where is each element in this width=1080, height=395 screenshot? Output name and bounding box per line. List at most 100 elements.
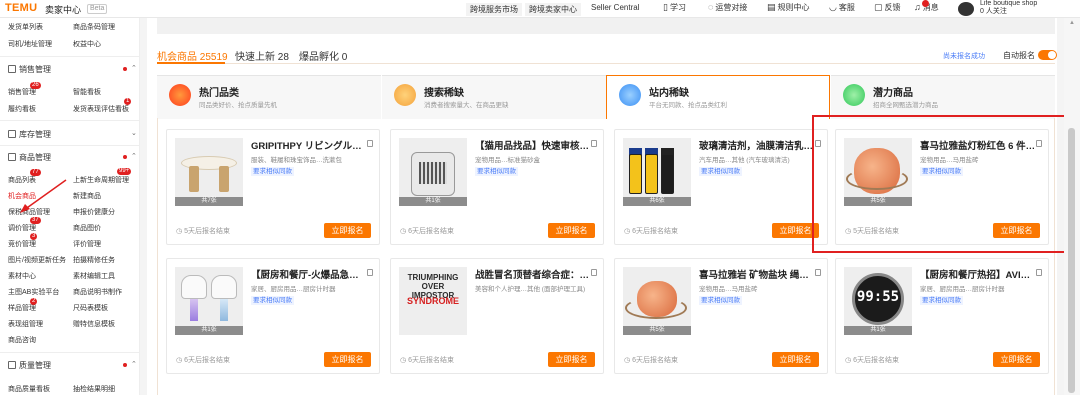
product-card[interactable]: 99:55 共1张 【厨房和餐厅热招】AVI… 家居、厨房用品…厨房计时器 要求… bbox=[835, 258, 1049, 374]
sidebar-item-asset-center[interactable]: 素材中心 bbox=[8, 271, 36, 281]
copy-icon[interactable] bbox=[591, 140, 597, 147]
sidebar-item-manual[interactable]: 商品说明书制作 bbox=[73, 287, 122, 297]
product-card[interactable]: 共6张 玻璃清洁剂，油膜清洁乳… 汽车用品…其他 (汽车玻璃清洁) 要求相似同款… bbox=[614, 129, 828, 245]
sidebar-item-smart-board[interactable]: 智能看板 bbox=[73, 87, 101, 97]
tab-opportunity[interactable]: 机会商品 25519 bbox=[157, 48, 228, 63]
category-hot[interactable]: 热门品类 同品类好价、抢点质量先机 bbox=[157, 75, 381, 119]
product-title[interactable]: 【猫用品找品】快速审核… bbox=[475, 138, 589, 152]
sidebar-item-shipping-list[interactable]: 发货单列表 bbox=[8, 22, 43, 32]
product-title[interactable]: 战胜冒名顶替者综合症：… bbox=[475, 267, 589, 281]
sidebar-item-barcode[interactable]: 商品条码管理 bbox=[73, 22, 115, 32]
sidebar-item-ship-eval[interactable]: 发货表现评估看板 bbox=[73, 104, 129, 114]
sidebar-item-asset-editor[interactable]: 素材编辑工具 bbox=[73, 271, 115, 281]
product-title[interactable]: 喜马拉雅岩 矿物盐块 绳… bbox=[699, 267, 813, 281]
sidebar-item-quality-board[interactable]: 商品质量看板 bbox=[8, 384, 50, 394]
product-image[interactable]: 共6张 bbox=[623, 138, 691, 206]
nav-cross-border-seller[interactable]: 跨境卖家中心 bbox=[525, 3, 581, 16]
register-button[interactable]: 立即报名 bbox=[324, 223, 371, 238]
product-title[interactable]: GRIPITHPY リビングル… bbox=[251, 138, 365, 152]
nav-learn[interactable]: ▯ 学习 bbox=[663, 2, 686, 13]
tab-hot-incubation[interactable]: 爆品孵化 0 bbox=[299, 48, 347, 63]
product-card[interactable]: 共1张 【猫用品找品】快速审核… 宠物用品…标准猫砂盒 要求相似同款 ◷ 6天后… bbox=[390, 129, 604, 245]
product-title[interactable]: 玻璃清洁剂，油膜清洁乳… bbox=[699, 138, 813, 152]
sidebar-item-special-template[interactable]: 赠特信息模板 bbox=[73, 319, 115, 329]
sidebar-item-goods-price[interactable]: 商品图价 bbox=[73, 223, 101, 233]
sidebar-item-price-health[interactable]: 申报价健康分 bbox=[73, 207, 115, 217]
nav-messages[interactable]: ♫ 消息 bbox=[914, 0, 939, 13]
product-card[interactable]: 共7张 GRIPITHPY リビングル… 服装、鞋履和珠宝饰品…洗漱包 要求相似… bbox=[166, 129, 380, 245]
brand-title: 卖家中心 bbox=[45, 5, 82, 15]
sidebar-item-sampling-results[interactable]: 抽检结果明细 bbox=[73, 384, 115, 394]
category-site-scarce[interactable]: 站内稀缺 平台无同款、抢点品类红利 bbox=[606, 75, 830, 119]
sidebar-item-perf-group[interactable]: 表现组管理 bbox=[8, 319, 43, 329]
copy-icon[interactable] bbox=[1036, 269, 1042, 276]
product-title[interactable]: 【厨房和餐厅热招】AVI… bbox=[920, 267, 1034, 281]
divider bbox=[0, 352, 140, 353]
chevron-up-icon[interactable]: ⌃ bbox=[131, 360, 137, 368]
book-icon: ▯ bbox=[663, 2, 668, 12]
sidebar-item-driver[interactable]: 司机/地址管理 bbox=[8, 39, 52, 49]
auto-register-toggle[interactable] bbox=[1038, 50, 1057, 60]
product-card[interactable]: 共5张 喜马拉雅岩 矿物盐块 绳… 宠物用品…马用盐砖 要求相似同款 ◷ 6天后… bbox=[614, 258, 828, 374]
scroll-thumb[interactable] bbox=[1068, 128, 1075, 393]
scrollbar[interactable]: ▲ bbox=[1064, 18, 1080, 395]
sidebar-section-sales[interactable]: 销售管理 bbox=[8, 64, 51, 75]
product-image[interactable]: 共1张 bbox=[175, 267, 243, 335]
product-image[interactable]: 共7张 bbox=[175, 138, 243, 206]
register-button[interactable]: 立即报名 bbox=[548, 352, 595, 367]
nav-rules[interactable]: ▤ 规则中心 bbox=[767, 2, 810, 13]
count-badge: 1 bbox=[124, 98, 132, 105]
sidebar-item-lifecycle[interactable]: 上新生命周期管理 bbox=[73, 175, 129, 185]
sidebar-item-consult[interactable]: 商品咨询 bbox=[8, 335, 36, 345]
sidebar-item-price-adjust[interactable]: 调价管理 bbox=[8, 223, 36, 233]
sidebar-section-goods[interactable]: 商品管理 bbox=[8, 152, 51, 163]
tab-quick-launch[interactable]: 快速上新 28 bbox=[235, 48, 289, 63]
nav-feedback[interactable]: ▢ 反馈 bbox=[874, 2, 901, 13]
register-button[interactable]: 立即报名 bbox=[993, 352, 1040, 367]
product-title[interactable]: 【厨房和餐厅-火爆品急… bbox=[251, 267, 365, 281]
avatar[interactable] bbox=[958, 2, 974, 16]
nav-support[interactable]: ◡ 客服 bbox=[829, 2, 855, 13]
product-image[interactable]: 共1张 bbox=[399, 138, 467, 206]
sidebar-item-fulfill-board[interactable]: 履约看板 bbox=[8, 104, 36, 114]
sidebar-section-inventory[interactable]: 库存管理 bbox=[8, 129, 51, 140]
product-category: 宠物用品…标准猫砂盒 bbox=[475, 157, 540, 164]
sidebar-item-ab-test[interactable]: 主图AB实验平台 bbox=[8, 287, 59, 297]
not-registered-link[interactable]: 尚未报名成功 bbox=[943, 51, 985, 61]
deadline: ◷ 6天后报名结束 bbox=[176, 357, 230, 364]
product-card[interactable]: TRIUMPHING OVER IMPOSTOR SYNDROME 战胜冒名顶替… bbox=[390, 258, 604, 374]
copy-icon[interactable] bbox=[815, 269, 821, 276]
product-category: 服装、鞋履和珠宝饰品…洗漱包 bbox=[251, 157, 342, 164]
register-button[interactable]: 立即报名 bbox=[324, 352, 371, 367]
sidebar-item-bidding[interactable]: 竞价管理 bbox=[8, 239, 36, 249]
product-image[interactable]: 99:55 共1张 bbox=[844, 267, 912, 335]
category-potential[interactable]: 潜力商品 招商全网甄选潜力商品 bbox=[831, 75, 1055, 119]
register-button[interactable]: 立即报名 bbox=[772, 352, 819, 367]
category-title: 热门品类 bbox=[199, 88, 239, 99]
nav-ops[interactable]: ◌ 运营对接 bbox=[708, 2, 747, 13]
product-image[interactable]: 共5张 bbox=[623, 267, 691, 335]
product-image[interactable]: TRIUMPHING OVER IMPOSTOR SYNDROME bbox=[399, 267, 467, 335]
sidebar-item-photo-task[interactable]: 拍摄精修任务 bbox=[73, 255, 115, 265]
sidebar-item-media-update[interactable]: 图片/视频更新任务 bbox=[8, 255, 66, 265]
temu-logo[interactable]: TEMU bbox=[5, 2, 37, 14]
product-card[interactable]: 共1张 【厨房和餐厅-火爆品急… 家居、厨房用品…厨房计时器 要求相似同款 ◷ … bbox=[166, 258, 380, 374]
copy-icon[interactable] bbox=[591, 269, 597, 276]
sidebar-item-size-template[interactable]: 尺码表模板 bbox=[73, 303, 108, 313]
image-count: 共5张 bbox=[623, 326, 691, 335]
sidebar-item-new-goods[interactable]: 新建商品 bbox=[73, 191, 101, 201]
chevron-down-icon[interactable]: ⌄ bbox=[131, 129, 137, 137]
register-button[interactable]: 立即报名 bbox=[548, 223, 595, 238]
sidebar-section-quality[interactable]: 质量管理 bbox=[8, 360, 51, 371]
nav-cross-border-market[interactable]: 跨境服务市场 bbox=[466, 3, 522, 16]
chevron-up-icon[interactable]: ⌃ bbox=[131, 152, 137, 160]
sidebar-item-rights[interactable]: 权益中心 bbox=[73, 39, 101, 49]
nav-seller-central[interactable]: Seller Central bbox=[591, 3, 639, 12]
sidebar-item-reviews[interactable]: 评价管理 bbox=[73, 239, 101, 249]
category-search-scarce[interactable]: 搜索稀缺 消费者搜索量大、在商品更缺 bbox=[382, 75, 606, 119]
copy-icon[interactable] bbox=[367, 140, 373, 147]
chevron-up-icon[interactable]: ⌃ bbox=[131, 64, 137, 72]
scroll-up-icon[interactable]: ▲ bbox=[1069, 20, 1075, 26]
shop-info[interactable]: Life boutique shop 0 人关注 bbox=[980, 0, 1037, 16]
copy-icon[interactable] bbox=[367, 269, 373, 276]
